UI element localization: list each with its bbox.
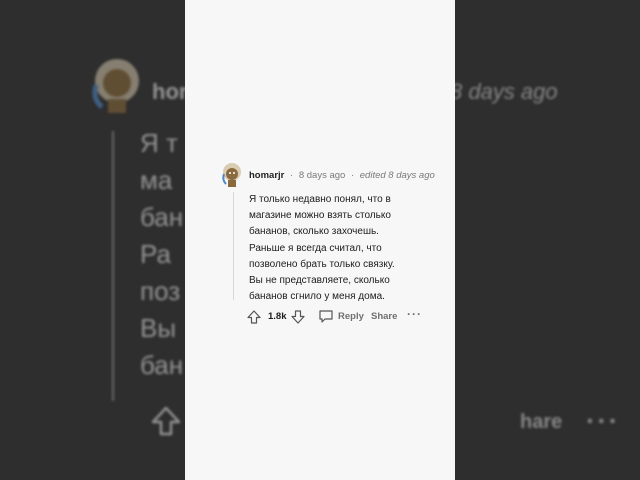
edited-label: edited 8 days ago	[359, 170, 435, 181]
comment-line: Вы не представляете, сколько	[249, 275, 390, 287]
backdrop-thread-line	[112, 131, 114, 401]
backdrop-more-icon: ···	[586, 405, 620, 436]
comment-line: бананов сгнило у меня дома.	[249, 291, 385, 303]
upvote-icon[interactable]	[247, 310, 261, 324]
comment-actions: 1.8k Reply Share ···	[247, 307, 427, 326]
comment-line: Раньше я всегда считал, что	[249, 242, 382, 254]
avatar[interactable]	[221, 162, 243, 188]
comment-body: Я только недавно понял, что в магазине м…	[249, 192, 429, 305]
reply-button[interactable]: Reply	[338, 311, 364, 322]
separator: ·	[290, 170, 294, 181]
vote-count: 1.8k	[268, 311, 287, 322]
backdrop-share: hare	[520, 411, 563, 433]
downvote-icon[interactable]	[291, 310, 305, 324]
timestamp: 8 days ago	[298, 170, 346, 181]
backdrop-upvote-icon	[151, 406, 181, 436]
share-button[interactable]: Share	[371, 311, 397, 322]
separator: ·	[350, 170, 355, 181]
backdrop-avatar	[92, 59, 139, 113]
backdrop-meta: 8 days ago	[450, 79, 558, 104]
thread-line[interactable]	[233, 192, 234, 300]
comment-line: позволено брать только связку.	[249, 258, 395, 270]
reply-icon[interactable]	[318, 309, 334, 324]
backdrop-username: hor	[152, 79, 188, 104]
comment-card: homarjr · 8 days ago · edited 8 days ago…	[185, 0, 455, 480]
comment-header: homarjr · 8 days ago · edited 8 days ago	[249, 170, 435, 181]
more-icon[interactable]: ···	[407, 307, 422, 321]
comment-line: магазине можно взять столько	[249, 210, 391, 222]
comment-line: Я только недавно понял, что в	[249, 194, 391, 205]
username-link[interactable]: homarjr	[249, 170, 284, 181]
comment-line: бананов, сколько захочешь.	[249, 226, 379, 238]
